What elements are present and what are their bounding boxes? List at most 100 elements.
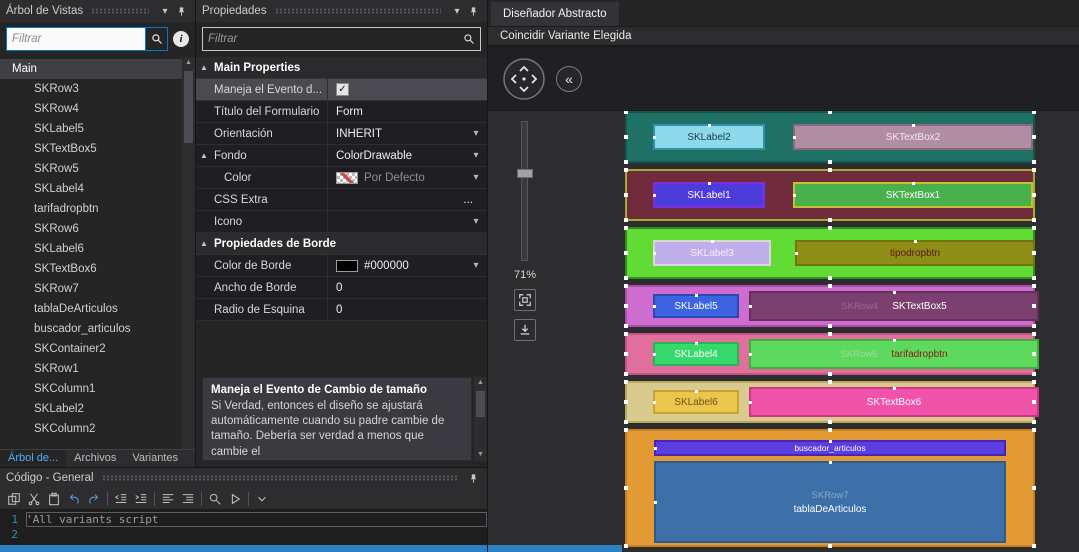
resize-handle[interactable]	[828, 284, 832, 288]
property-row[interactable]: Icono	[196, 211, 487, 233]
resize-handle[interactable]	[1032, 193, 1036, 197]
resize-handle[interactable]	[624, 372, 628, 376]
property-value[interactable]: 0	[328, 277, 487, 298]
info-icon[interactable]	[173, 31, 189, 47]
redo-icon[interactable]	[84, 490, 104, 508]
resize-handle[interactable]	[1032, 304, 1036, 308]
resize-handle[interactable]	[1032, 160, 1036, 164]
SKTextBox2[interactable]: SKTextBox2	[793, 124, 1033, 150]
tree-item[interactable]: SKRow1	[0, 359, 195, 379]
chevron-down-icon[interactable]	[449, 3, 465, 19]
chevron-down-icon[interactable]	[157, 3, 173, 19]
pin-icon[interactable]	[173, 3, 189, 19]
designer-row[interactable]: SKLabel2 SKTextBox2	[624, 111, 1036, 164]
property-row[interactable]: Fondo ColorDrawable	[196, 145, 487, 167]
chevron-down-icon[interactable]	[469, 128, 483, 139]
property-value[interactable]: Por Defecto	[328, 167, 487, 188]
tarifadropbtn[interactable]: SKRow5 tarifadropbtn	[749, 339, 1039, 369]
slider-track[interactable]	[521, 121, 528, 261]
property-row[interactable]: Título del Formulario Form	[196, 101, 487, 123]
scrollbar-thumb[interactable]	[184, 71, 193, 143]
resize-handle[interactable]	[624, 352, 628, 356]
resize-handle[interactable]	[1032, 400, 1036, 404]
chevron-down-icon[interactable]	[469, 172, 483, 183]
scroll-up-icon[interactable]	[185, 57, 192, 69]
property-row[interactable]: Maneja el Evento d...	[196, 79, 487, 101]
chevron-down-icon[interactable]	[469, 260, 483, 271]
resize-handle[interactable]	[1032, 486, 1036, 490]
tree-item[interactable]: SKLabel5	[0, 119, 195, 139]
paste-icon[interactable]	[44, 490, 64, 508]
tree-item[interactable]: SKRow5	[0, 159, 195, 179]
property-row[interactable]: Color Por Defecto	[196, 167, 487, 189]
resize-handle[interactable]	[1032, 276, 1036, 280]
scrollbar-thumb[interactable]	[476, 391, 485, 417]
resize-handle[interactable]	[624, 400, 628, 404]
comment-icon[interactable]	[158, 490, 178, 508]
resize-handle[interactable]	[828, 380, 832, 384]
resize-handle[interactable]	[624, 304, 628, 308]
resize-handle[interactable]	[828, 428, 832, 432]
tree-item[interactable]: Main	[0, 59, 195, 79]
zoom-slider[interactable]	[517, 121, 533, 261]
SKLabel5[interactable]: SKLabel5	[653, 294, 739, 318]
buscador_articulos[interactable]: buscador_articulos	[654, 440, 1006, 456]
tree-item[interactable]: buscador_articulos	[0, 319, 195, 339]
more-icon[interactable]	[252, 490, 272, 508]
resize-handle[interactable]	[1032, 332, 1036, 336]
tree-item[interactable]: SKColumn1	[0, 379, 195, 399]
uncomment-icon[interactable]	[178, 490, 198, 508]
resize-handle[interactable]	[1032, 380, 1036, 384]
resize-handle[interactable]	[828, 420, 832, 424]
outdent-icon[interactable]	[111, 490, 131, 508]
tree-item[interactable]: SKRow3	[0, 79, 195, 99]
collapse-left-icon[interactable]	[556, 65, 582, 92]
designer-row[interactable]: SKLabel6 SKTextBox6	[624, 380, 1039, 424]
tree-item[interactable]: SKRow6	[0, 219, 195, 239]
resize-handle[interactable]	[1032, 218, 1036, 222]
indent-icon[interactable]	[131, 490, 151, 508]
properties-filter-input[interactable]	[203, 33, 463, 45]
designer-row[interactable]: SKLabel3 tipodropbtn	[624, 226, 1036, 280]
tree-item[interactable]: SKRow7	[0, 279, 195, 299]
resize-handle[interactable]	[1032, 544, 1036, 548]
property-value[interactable]	[328, 79, 487, 100]
panel-tab[interactable]: Árbol de...	[0, 450, 67, 467]
designer-row[interactable]: SKLabel4 SKRow5 tarifadropbtn	[624, 332, 1039, 376]
SKTextBox6[interactable]: SKTextBox6	[749, 387, 1039, 417]
code-line[interactable]: 1 'All variants script	[0, 512, 487, 527]
scrollbar-thumb[interactable]	[0, 545, 487, 552]
resize-handle[interactable]	[624, 193, 628, 197]
property-row[interactable]: Ancho de Borde 0	[196, 277, 487, 299]
SKLabel4[interactable]: SKLabel4	[653, 342, 739, 366]
resize-handle[interactable]	[624, 428, 628, 432]
resize-handle[interactable]	[624, 420, 628, 424]
tree-filter-input[interactable]	[6, 27, 146, 51]
resize-handle[interactable]	[624, 226, 628, 230]
resize-handle[interactable]	[1032, 251, 1036, 255]
resize-handle[interactable]	[624, 251, 628, 255]
resize-handle[interactable]	[828, 168, 832, 172]
property-value[interactable]: 0	[328, 299, 487, 320]
copy-icon[interactable]	[4, 490, 24, 508]
export-button[interactable]	[514, 319, 536, 341]
property-group-header[interactable]: Propiedades de Borde	[196, 233, 487, 255]
resize-handle[interactable]	[1032, 352, 1036, 356]
resize-handle[interactable]	[624, 332, 628, 336]
code-editor[interactable]: 1 'All variants script 2	[0, 510, 487, 545]
resize-handle[interactable]	[828, 372, 832, 376]
property-value[interactable]: ...	[328, 189, 487, 210]
slider-thumb[interactable]	[517, 169, 533, 178]
resize-handle[interactable]	[828, 332, 832, 336]
resize-handle[interactable]	[624, 135, 628, 139]
property-row[interactable]: Orientación INHERIT	[196, 123, 487, 145]
scroll-down-icon[interactable]	[477, 449, 484, 461]
resize-handle[interactable]	[624, 168, 628, 172]
resize-handle[interactable]	[1032, 111, 1036, 114]
property-row[interactable]: Color de Borde #000000	[196, 255, 487, 277]
designer-row[interactable]: buscador_articulos SKRow7 tablaDeArticulos	[624, 428, 1036, 548]
tree-item[interactable]: tablaDeArticulos	[0, 299, 195, 319]
resize-handle[interactable]	[828, 324, 832, 328]
SKTextBox1[interactable]: SKTextBox1	[793, 182, 1033, 208]
tab-disenador-abstracto[interactable]: Diseñador Abstracto	[491, 2, 619, 26]
